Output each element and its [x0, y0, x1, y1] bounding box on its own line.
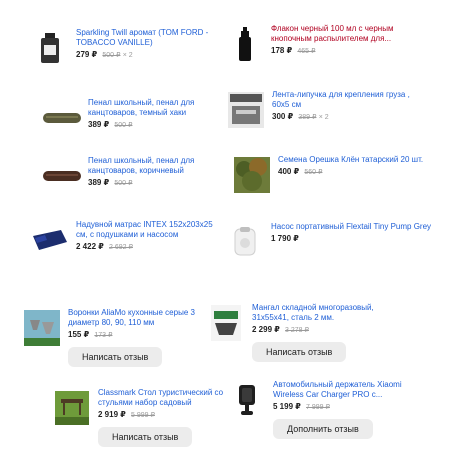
update-review-button[interactable]: Дополнить отзыв: [273, 419, 373, 439]
product-title[interactable]: Семена Орешка Клён татарский 20 шт.: [278, 155, 423, 165]
product-title[interactable]: Мангал складной многоразовый, 31х55х41, …: [252, 303, 406, 323]
product-image[interactable]: [232, 155, 272, 195]
order-item-card[interactable]: Семена Орешка Клён татарский 20 шт. 400 …: [232, 155, 460, 195]
product-old-price: 500 ₽: [114, 122, 133, 129]
product-title[interactable]: Пенал школьный, пенал для канцтоваров, к…: [88, 156, 217, 176]
write-review-button[interactable]: Написать отзыв: [252, 342, 347, 362]
product-old-price: 500 ₽: [114, 180, 133, 187]
order-item-card[interactable]: Лента-липучка для крепления груза , 60х5…: [226, 90, 426, 130]
product-price: 389 ₽: [88, 120, 110, 129]
product-price: 2 422 ₽: [76, 242, 104, 251]
product-old-price: 173 ₽: [94, 332, 113, 339]
product-price: 178 ₽: [271, 46, 293, 55]
product-old-price: 3 278 ₽: [285, 327, 309, 334]
order-item-card[interactable]: Classmark Стол туристический со стульями…: [52, 388, 227, 447]
product-title[interactable]: Насос портативный Flextail Tiny Pump Gre…: [271, 222, 431, 232]
product-quantity: × 2: [318, 114, 329, 121]
product-price: 2 299 ₽: [252, 325, 280, 334]
order-item-card[interactable]: Воронки AliaMo кухонные серые 3 диаметр …: [22, 308, 217, 367]
order-item-card[interactable]: Насос портативный Flextail Tiny Pump Gre…: [225, 222, 435, 262]
order-item-card[interactable]: Автомобильный держатель Xiaomi Wireless …: [227, 380, 427, 439]
product-title[interactable]: Флакон черный 100 мл с черным кнопочным …: [271, 24, 425, 44]
order-item-card[interactable]: Флакон черный 100 мл с черным кнопочным …: [225, 24, 425, 64]
product-image[interactable]: [226, 90, 266, 130]
product-title[interactable]: Автомобильный держатель Xiaomi Wireless …: [273, 380, 427, 400]
product-image[interactable]: [22, 308, 62, 348]
product-price: 279 ₽: [76, 50, 98, 59]
product-image[interactable]: [30, 220, 70, 260]
write-review-button[interactable]: Написать отзыв: [68, 347, 163, 367]
product-image[interactable]: [42, 156, 82, 196]
product-image[interactable]: [225, 24, 265, 64]
product-title[interactable]: Sparkling Twill аромат (TOM FORD - TOBAC…: [76, 28, 215, 48]
order-item-card[interactable]: Надувной матрас INTEX 152x203x25 см, с п…: [30, 220, 220, 260]
write-review-button[interactable]: Написать отзыв: [98, 427, 193, 447]
order-item-card[interactable]: Пенал школьный, пенал для канцтоваров, т…: [42, 98, 217, 138]
product-old-price: 500 ₽: [102, 52, 121, 59]
product-image[interactable]: [42, 98, 82, 138]
product-title[interactable]: Classmark Стол туристический со стульями…: [98, 388, 227, 408]
order-item-card[interactable]: Пенал школьный, пенал для канцтоваров, к…: [42, 156, 217, 196]
product-image[interactable]: [206, 303, 246, 343]
product-price: 400 ₽: [278, 167, 300, 176]
product-image[interactable]: [30, 28, 70, 68]
product-price: 155 ₽: [68, 330, 90, 339]
product-price: 2 919 ₽: [98, 410, 126, 419]
product-old-price: 7 999 ₽: [306, 404, 330, 411]
product-old-price: 389 ₽: [298, 114, 317, 121]
product-image[interactable]: [225, 222, 265, 262]
product-price: 1 790 ₽: [271, 234, 299, 243]
order-item-card[interactable]: Sparkling Twill аромат (TOM FORD - TOBAC…: [30, 28, 215, 68]
product-old-price: 2 692 ₽: [109, 244, 133, 251]
product-old-price: 560 ₽: [304, 169, 323, 176]
product-image[interactable]: [52, 388, 92, 428]
order-item-card[interactable]: Мангал складной многоразовый, 31х55х41, …: [206, 303, 406, 362]
product-price: 389 ₽: [88, 178, 110, 187]
product-title[interactable]: Лента-липучка для крепления груза , 60х5…: [272, 90, 426, 110]
product-price: 5 199 ₽: [273, 402, 301, 411]
product-quantity: × 2: [122, 52, 133, 59]
product-title[interactable]: Воронки AliaMo кухонные серые 3 диаметр …: [68, 308, 217, 328]
product-image[interactable]: [227, 380, 267, 420]
product-price: 300 ₽: [272, 112, 294, 121]
product-title[interactable]: Надувной матрас INTEX 152x203x25 см, с п…: [76, 220, 220, 240]
product-old-price: 465 ₽: [297, 48, 316, 55]
product-old-price: 5 999 ₽: [131, 412, 155, 419]
product-title[interactable]: Пенал школьный, пенал для канцтоваров, т…: [88, 98, 217, 118]
